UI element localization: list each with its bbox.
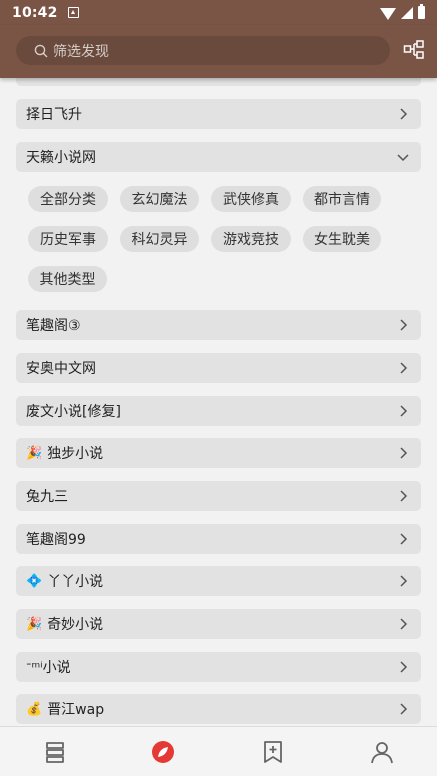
source-row[interactable]: 🎉 奇妙小说 <box>16 609 421 639</box>
category-tag[interactable]: 武侠修真 <box>211 186 291 212</box>
category-tag[interactable]: 历史军事 <box>28 226 108 252</box>
chevron-right-icon <box>400 447 408 459</box>
source-label: 丫丫小说 <box>47 574 104 590</box>
bottom-nav <box>0 726 437 776</box>
search-input[interactable]: 筛选发现 <box>16 36 390 65</box>
source-label: 笔趣阁99 <box>26 532 86 548</box>
chevron-right-icon <box>400 108 408 120</box>
chevron-right-icon <box>400 575 408 587</box>
toolbar: 筛选发现 <box>0 25 437 78</box>
search-icon <box>34 44 48 57</box>
source-label: 废文小说[修复] <box>26 404 121 420</box>
category-tag[interactable]: 其他类型 <box>28 266 107 292</box>
bookmark-icon[interactable] <box>260 739 286 765</box>
source-row[interactable]: 安奥中文网 <box>16 353 421 383</box>
chevron-right-icon <box>400 490 408 502</box>
group-tree-icon[interactable] <box>403 39 425 61</box>
source-row-expanded[interactable]: 天籁小说网 <box>16 142 421 172</box>
source-label: 天籁小说网 <box>26 150 96 166</box>
source-row[interactable]: 兔九三 <box>16 481 421 511</box>
source-label: ᐨᵐⁱ小说 <box>26 660 71 676</box>
source-label: 独步小说 <box>47 446 104 462</box>
signal-icon <box>401 6 413 19</box>
status-icons <box>380 4 425 20</box>
money-bag-icon: 💰 <box>26 701 43 717</box>
notification-icon <box>67 7 79 18</box>
source-list: 择日飞升 天籁小说网 全部分类 玄幻魔法 武侠修真 都市言情 历史军事 科幻灵异… <box>0 78 437 726</box>
source-row[interactable]: 笔趣阁99 <box>16 524 421 554</box>
discover-icon[interactable] <box>150 739 176 765</box>
chevron-down-icon <box>397 154 409 162</box>
category-tag[interactable]: 科幻灵异 <box>120 226 199 252</box>
source-label: 奇妙小说 <box>47 617 104 633</box>
source-label: 安奥中文网 <box>26 361 96 377</box>
party-popper-icon: 🎉 <box>26 445 43 461</box>
chevron-right-icon <box>400 703 408 715</box>
category-tag[interactable]: 女生耽美 <box>303 226 381 252</box>
chevron-right-icon <box>400 618 408 630</box>
category-tag[interactable]: 玄幻魔法 <box>120 186 199 212</box>
list-item[interactable] <box>16 78 421 86</box>
wifi-icon <box>380 7 396 20</box>
source-row[interactable]: 💰 晋江wap <box>16 694 421 724</box>
chevron-right-icon <box>400 362 408 374</box>
bookshelf-icon[interactable] <box>42 739 68 765</box>
source-row[interactable]: 笔趣阁③ <box>16 310 421 340</box>
party-popper-icon: 🎉 <box>26 616 43 632</box>
status-bar: 10:42 <box>0 0 437 25</box>
search-placeholder: 筛选发现 <box>53 43 109 60</box>
category-tag[interactable]: 都市言情 <box>303 186 381 212</box>
profile-icon[interactable] <box>369 739 395 765</box>
source-row[interactable]: ᐨᵐⁱ小说 <box>16 652 421 682</box>
chevron-right-icon <box>400 533 408 545</box>
battery-icon <box>418 4 425 19</box>
source-label: 笔趣阁③ <box>26 318 81 334</box>
source-row[interactable]: 🎉 独步小说 <box>16 438 421 468</box>
source-label: 晋江wap <box>47 702 105 718</box>
chevron-right-icon <box>400 405 408 417</box>
source-row[interactable]: 💠 丫丫小说 <box>16 566 421 596</box>
diamond-icon: 💠 <box>26 573 43 589</box>
status-time: 10:42 <box>12 4 58 21</box>
source-label: 择日飞升 <box>26 107 82 123</box>
source-row[interactable]: 废文小说[修复] <box>16 396 421 426</box>
source-row[interactable]: 择日飞升 <box>16 99 421 129</box>
category-tag[interactable]: 游戏竞技 <box>211 226 291 252</box>
chevron-right-icon <box>400 319 408 331</box>
category-tag[interactable]: 全部分类 <box>28 186 108 212</box>
chevron-right-icon <box>400 661 408 673</box>
source-label: 兔九三 <box>26 489 68 505</box>
